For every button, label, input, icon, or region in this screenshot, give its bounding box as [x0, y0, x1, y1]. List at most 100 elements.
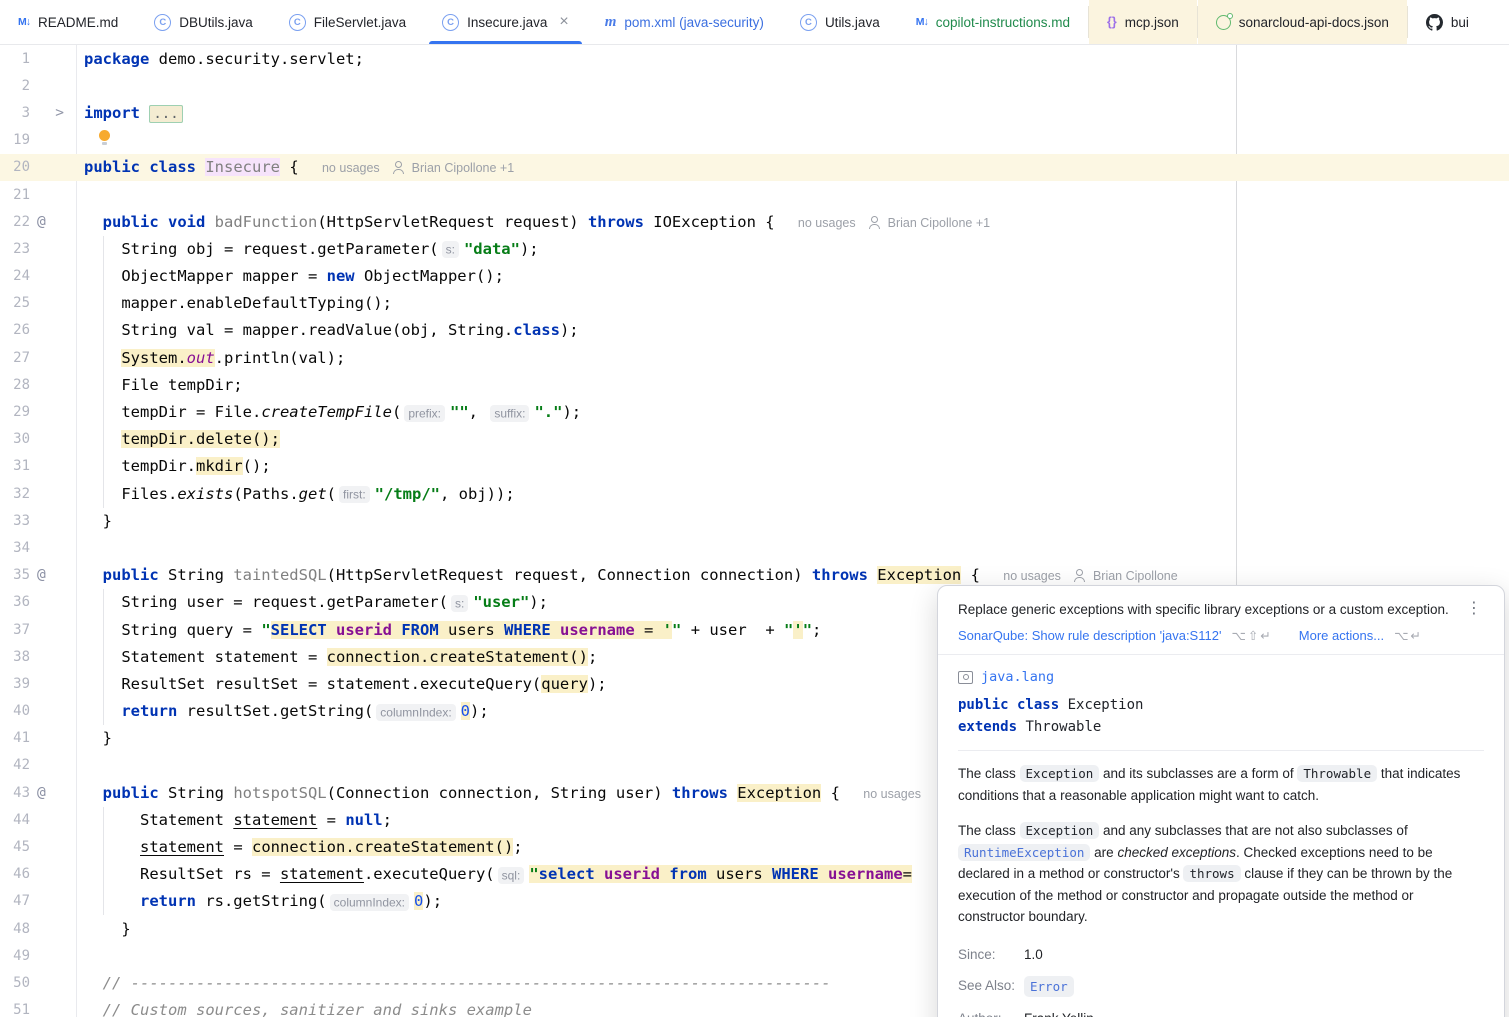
more-actions-link[interactable]: More actions...: [1299, 628, 1384, 643]
code-text[interactable]: public String hotspotSQL(Connection conn…: [77, 784, 921, 802]
code-text[interactable]: package demo.security.servlet;: [77, 50, 364, 68]
code-chip: Throwable: [1297, 765, 1377, 782]
inlay-hint[interactable]: columnIndex:: [376, 704, 455, 721]
line-number: 19: [0, 132, 30, 148]
tab-sonarcloud-api-docs-json[interactable]: sonarcloud-api-docs.json: [1198, 0, 1407, 44]
code-text[interactable]: return rs.getString(columnIndex:0);: [77, 892, 442, 910]
tab-fileservlet-java[interactable]: CFileServlet.java: [271, 0, 424, 44]
code-text[interactable]: tempDir.delete();: [77, 430, 280, 448]
inlay-hint[interactable]: prefix:: [404, 405, 445, 422]
code-token: ".": [534, 403, 562, 421]
tab-pom-xml-java-security-[interactable]: mpom.xml (java-security): [587, 0, 782, 44]
tab-copilot-instructions-md[interactable]: M↓copilot-instructions.md: [898, 0, 1088, 44]
gutter: 23: [0, 235, 77, 262]
code-text[interactable]: ObjectMapper mapper = new ObjectMapper()…: [77, 267, 504, 285]
code-text[interactable]: String val = mapper.readValue(obj, Strin…: [77, 321, 579, 339]
code-token: WHERE: [772, 865, 819, 883]
code-text[interactable]: ResultSet rs = statement.executeQuery(sq…: [77, 865, 912, 883]
code-token: ;: [513, 838, 522, 856]
code-text[interactable]: [77, 130, 111, 150]
gutter: 50: [0, 969, 77, 996]
gutter: 21: [0, 181, 77, 208]
code-text[interactable]: // Custom sources, sanitizer and sinks e…: [77, 1001, 532, 1017]
code-text[interactable]: }: [77, 512, 112, 530]
code-token: public: [84, 566, 159, 584]
code-text[interactable]: public String taintedSQL(HttpServletRequ…: [77, 566, 1178, 584]
gutter: 31: [0, 453, 77, 480]
tab-utils-java[interactable]: CUtils.java: [782, 0, 898, 44]
code-token: (HttpServletRequest request, Connection …: [327, 566, 812, 584]
package-name[interactable]: java.lang: [981, 669, 1054, 685]
code-line-19: 19: [0, 127, 1509, 154]
usages-inlay[interactable]: no usages: [798, 216, 856, 230]
fold-chevron-icon[interactable]: >: [30, 105, 72, 121]
gutter: 35@: [0, 562, 77, 589]
code-token: statement: [140, 838, 224, 856]
code-text[interactable]: Statement statement = null;: [77, 811, 392, 829]
code-text[interactable]: public class Insecure { no usagesBrian C…: [77, 158, 514, 176]
code-line-20: 20 public class Insecure { no usagesBrian…: [0, 154, 1509, 181]
code-text[interactable]: public void badFunction(HttpServletReque…: [77, 213, 990, 231]
code-text[interactable]: tempDir = File.createTempFile(prefix:"",…: [77, 403, 581, 421]
tab-insecure-java[interactable]: CInsecure.java×: [424, 0, 587, 44]
usages-inlay[interactable]: Brian Cipollone +1: [412, 161, 515, 175]
close-tab-icon[interactable]: ×: [559, 14, 568, 30]
code-text[interactable]: }: [77, 729, 112, 747]
code-line-2: 2: [0, 72, 1509, 99]
annotation-gutter-icon[interactable]: @: [30, 214, 72, 230]
inlay-hint[interactable]: suffix:: [490, 405, 529, 422]
code-token: ;: [812, 621, 821, 639]
inlay-hint[interactable]: s:: [442, 241, 459, 258]
code-token: );: [423, 892, 442, 910]
usages-inlay[interactable]: no usages: [863, 787, 921, 801]
see-also-link[interactable]: Error: [1024, 976, 1074, 997]
inlay-hint[interactable]: s:: [451, 595, 468, 612]
code-text[interactable]: String query = "SELECT userid FROM users…: [77, 621, 821, 639]
inlay-hint[interactable]: columnIndex:: [330, 894, 409, 911]
usages-inlay[interactable]: Brian Cipollone +1: [888, 216, 991, 230]
lightbulb-icon[interactable]: [98, 130, 111, 146]
tab-label: copilot-instructions.md: [936, 15, 1070, 30]
code-token: );: [529, 593, 548, 611]
inlay-hint[interactable]: sql:: [498, 867, 525, 884]
code-text[interactable]: return resultSet.getString(columnIndex:0…: [77, 702, 489, 720]
code-line-1: 1package demo.security.servlet;: [0, 45, 1509, 72]
usages-inlay[interactable]: no usages: [1003, 569, 1061, 583]
tab-mcp-json[interactable]: {}mcp.json: [1089, 0, 1197, 44]
more-options-icon[interactable]: ⋮: [1464, 601, 1484, 615]
code-text[interactable]: }: [77, 920, 131, 938]
code-text[interactable]: Statement statement = connection.createS…: [77, 648, 597, 666]
code-chip-link[interactable]: RuntimeException: [958, 844, 1090, 861]
code-token: "": [450, 403, 469, 421]
tab-readme-md[interactable]: M↓README.md: [0, 0, 136, 44]
usages-inlay[interactable]: Brian Cipollone: [1093, 569, 1178, 583]
code-text[interactable]: System.out.println(val);: [77, 349, 345, 367]
code-text[interactable]: Files.exists(Paths.get(first:"/tmp/", ob…: [77, 485, 515, 503]
java-class-icon: C: [154, 14, 171, 31]
sonarqube-rule-link[interactable]: SonarQube: Show rule description 'java:S…: [958, 628, 1221, 643]
tab-bui[interactable]: bui: [1408, 0, 1487, 44]
code-text[interactable]: import ...: [77, 104, 183, 122]
line-number: 40: [0, 703, 30, 719]
doc-paragraphs: The class Exception and its subclasses a…: [958, 763, 1484, 928]
code-token: mapper.enableDefaultTyping();: [84, 294, 392, 312]
line-number: 20: [0, 159, 30, 175]
tab-label: pom.xml (java-security): [624, 15, 764, 30]
code-text[interactable]: // -------------------------------------…: [77, 974, 831, 992]
code-text[interactable]: File tempDir;: [77, 376, 243, 394]
code-token: [84, 430, 121, 448]
annotation-gutter-icon[interactable]: @: [30, 567, 72, 583]
usages-inlay[interactable]: no usages: [322, 161, 380, 175]
code-token: FROM: [401, 621, 438, 639]
code-text[interactable]: String obj = request.getParameter(s:"dat…: [77, 240, 539, 258]
tab-dbutils-java[interactable]: CDBUtils.java: [136, 0, 271, 44]
code-text[interactable]: mapper.enableDefaultTyping();: [77, 294, 392, 312]
inlay-hint[interactable]: first:: [339, 486, 370, 503]
folded-imports[interactable]: ...: [149, 105, 182, 123]
code-text[interactable]: String user = request.getParameter(s:"us…: [77, 593, 548, 611]
line-number: 21: [0, 187, 30, 203]
annotation-gutter-icon[interactable]: @: [30, 785, 72, 801]
code-text[interactable]: tempDir.mkdir();: [77, 457, 271, 475]
code-text[interactable]: ResultSet resultSet = statement.executeQ…: [77, 675, 607, 693]
code-text[interactable]: statement = connection.createStatement()…: [77, 838, 523, 856]
